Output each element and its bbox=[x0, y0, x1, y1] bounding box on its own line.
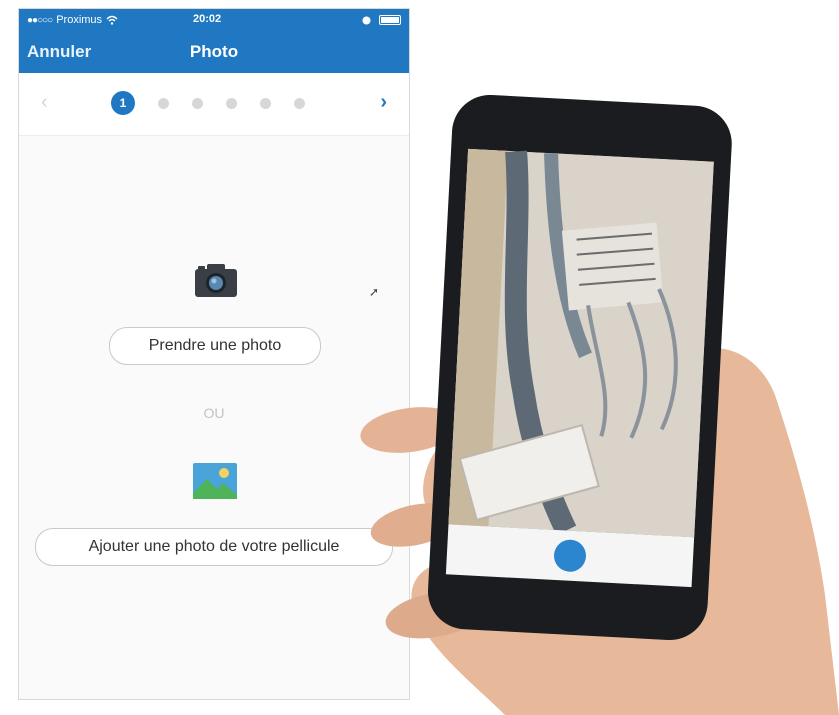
or-separator: OU bbox=[203, 405, 225, 421]
add-from-camera-roll-button[interactable]: Ajouter une photo de votre pellicule bbox=[35, 528, 393, 566]
step-indicator[interactable]: 1 bbox=[111, 91, 135, 115]
step-indicator[interactable] bbox=[226, 97, 237, 109]
status-time: 20:02 bbox=[193, 13, 222, 25]
status-right bbox=[362, 15, 401, 25]
signal-icon: ●●○○○ bbox=[27, 14, 53, 26]
app-screen: ●●○○○ Proximus 20:02 Annuler Photo ‹ 1 ›… bbox=[18, 8, 410, 700]
moon-icon bbox=[362, 15, 371, 25]
battery-icon bbox=[379, 15, 401, 25]
carrier-name: Proximus bbox=[56, 14, 103, 26]
step-indicator[interactable] bbox=[294, 97, 305, 109]
image-icon[interactable] bbox=[193, 463, 237, 499]
page-title: Photo bbox=[189, 42, 239, 61]
step-pager: ‹ 1 › bbox=[19, 73, 409, 136]
step-indicator[interactable] bbox=[260, 97, 271, 109]
nav-bar: Annuler Photo bbox=[19, 31, 409, 73]
status-left: ●●○○○ Proximus bbox=[27, 14, 118, 26]
chevron-left-icon[interactable]: ‹ bbox=[41, 91, 48, 114]
step-indicator[interactable] bbox=[192, 97, 203, 109]
photo-options: ➚ Prendre une photo OU Ajouter une photo… bbox=[19, 137, 409, 699]
hand-holding-phone-illustration bbox=[360, 95, 839, 715]
pager-steps: 1 bbox=[111, 91, 305, 115]
take-photo-button[interactable]: Prendre une photo bbox=[109, 327, 321, 365]
status-bar: ●●○○○ Proximus 20:02 bbox=[19, 9, 409, 31]
camera-icon[interactable] bbox=[193, 261, 239, 299]
step-indicator[interactable] bbox=[158, 97, 169, 109]
wifi-icon bbox=[106, 15, 118, 25]
